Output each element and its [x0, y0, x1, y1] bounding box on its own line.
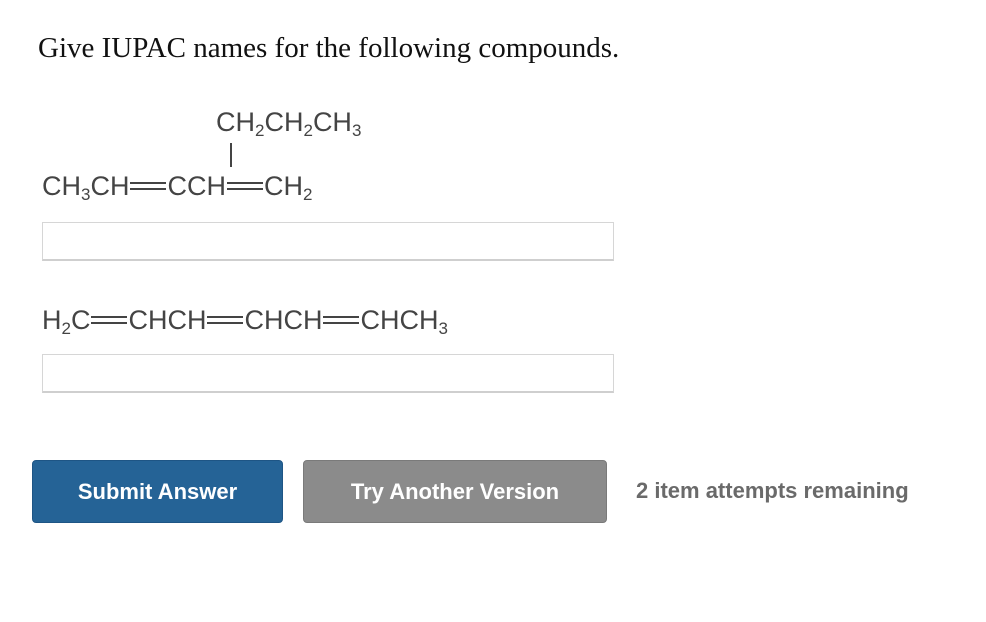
c2-chch-2: CHCH — [244, 305, 323, 335]
answer-field-2[interactable] — [42, 354, 614, 393]
double-bond-4 — [207, 316, 244, 324]
c2-chch-1: CHCH — [128, 305, 207, 335]
answer-field-1[interactable] — [42, 222, 614, 261]
double-bond-5 — [323, 316, 360, 324]
main-ch3: CH — [42, 171, 81, 201]
double-bond-3 — [91, 316, 128, 324]
main-sub-2: 2 — [302, 185, 313, 204]
double-bond-2 — [226, 182, 263, 190]
branch-sub-2: 2 — [303, 121, 313, 140]
try-another-version-button[interactable]: Try Another Version — [303, 460, 607, 523]
double-bond-1 — [130, 182, 167, 190]
branch-ch-3: CH — [312, 107, 352, 137]
branch-ch-2: CH — [264, 107, 304, 137]
branch-sub-3: 3 — [351, 121, 362, 140]
main-ch2: CH — [263, 171, 303, 201]
c2-sub-2: 2 — [61, 319, 71, 338]
question-text: Give IUPAC names for the following compo… — [38, 32, 620, 64]
c2-chch-3: CHCH — [360, 305, 439, 335]
compound2-formula: H2C CHCH CHCH CHCH3 — [42, 305, 448, 338]
c2-h: H — [42, 305, 62, 335]
main-cch: CCH — [167, 171, 226, 201]
branch-ch-1: CH — [216, 107, 255, 137]
compound1-branch: CH2CH2CH3 — [216, 107, 361, 140]
submit-answer-button[interactable]: Submit Answer — [32, 460, 283, 523]
compound1-single-bond — [230, 143, 232, 167]
c2-c: C — [70, 305, 91, 335]
main-ch: CH — [90, 171, 130, 201]
attempts-remaining-text: 2 item attempts remaining — [636, 478, 909, 503]
c2-sub-3: 3 — [438, 319, 448, 338]
compound1-main-chain: CH3CH CCH CH2 — [42, 171, 312, 204]
